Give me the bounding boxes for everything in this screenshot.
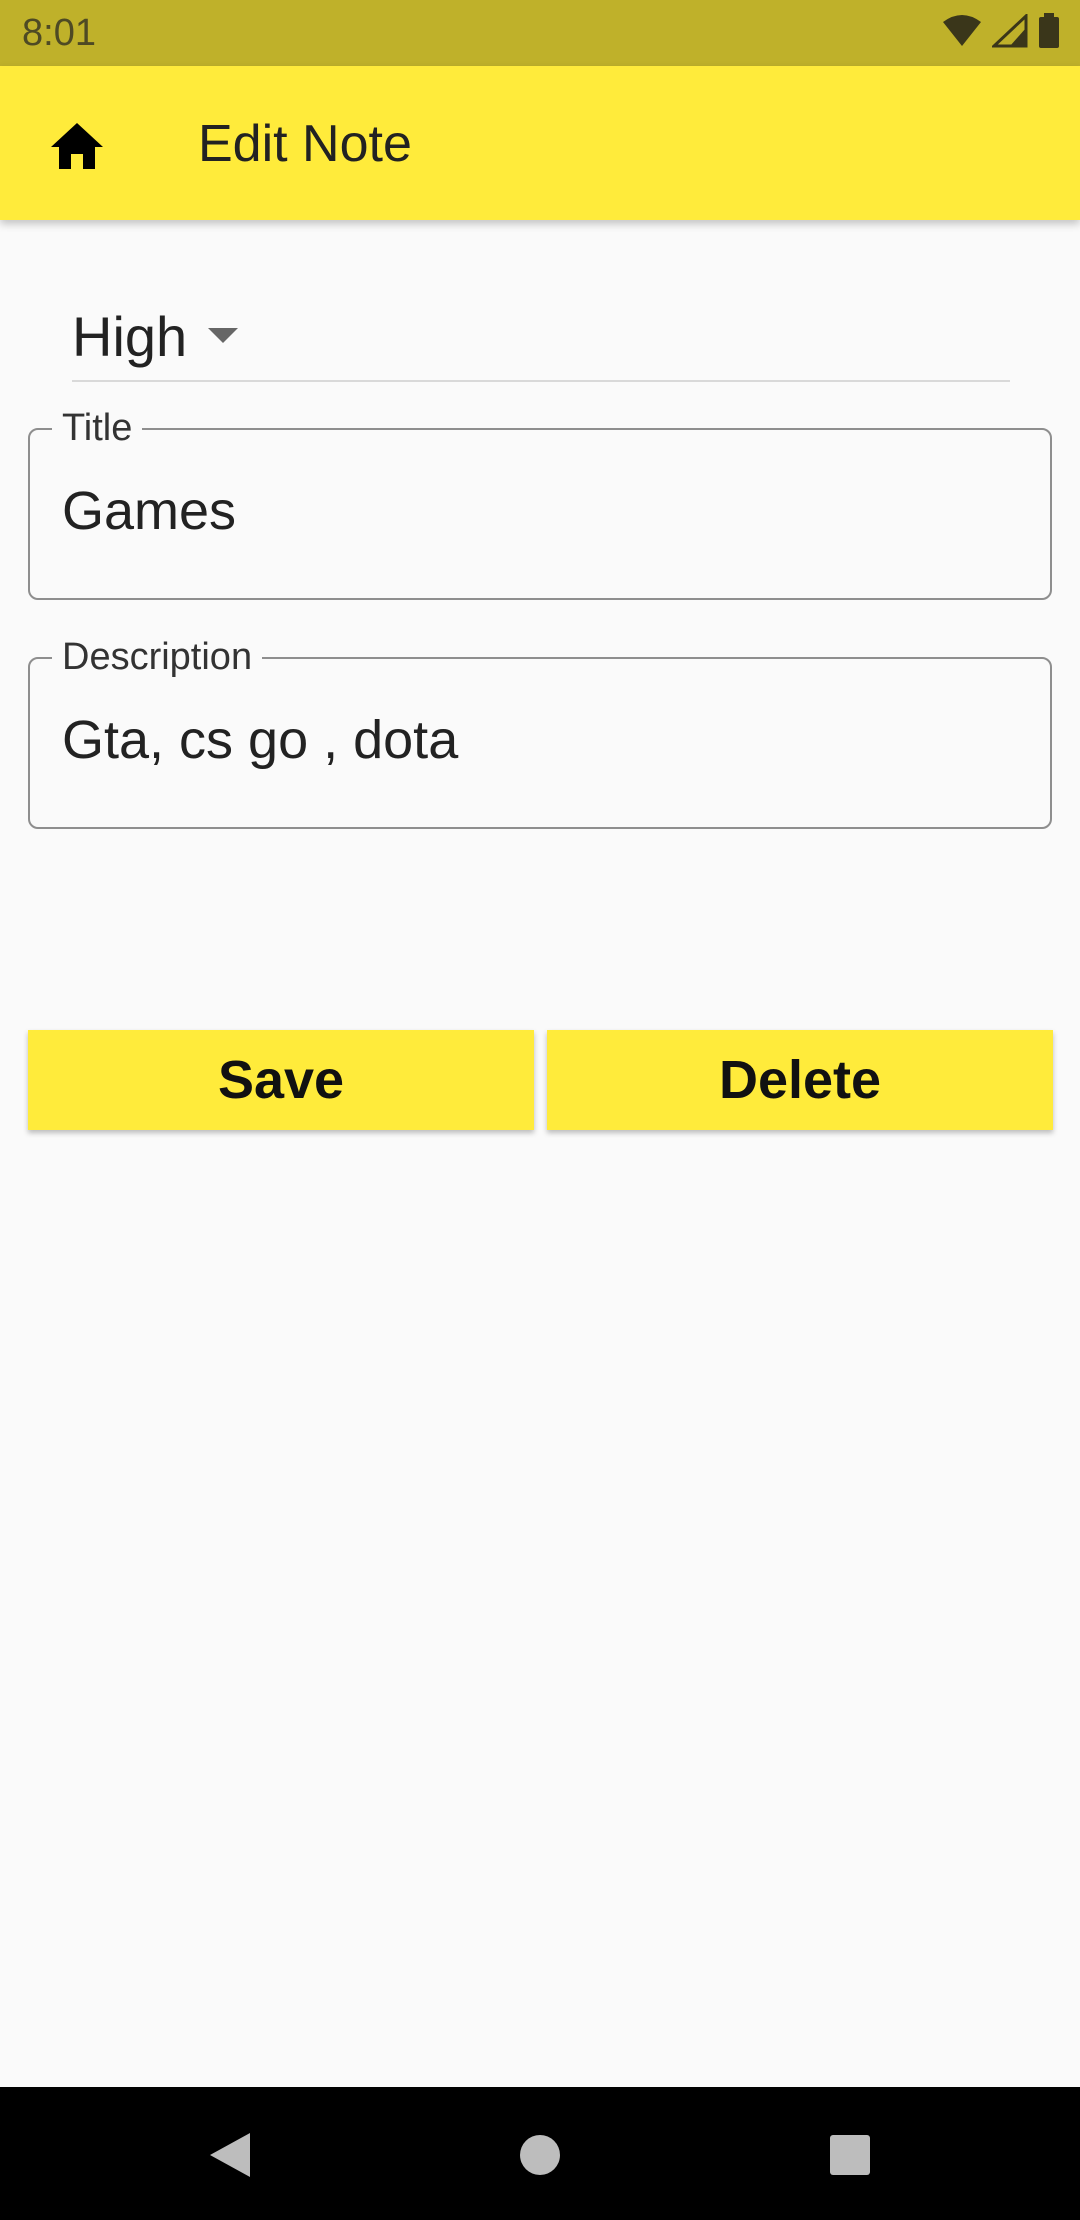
priority-selected-value: High [72, 305, 188, 368]
chevron-down-icon [208, 328, 238, 349]
app-bar: Edit Note [0, 66, 1080, 220]
status-icons [942, 12, 1060, 54]
system-nav-bar [0, 2087, 1080, 2220]
title-field[interactable]: Title [28, 408, 1052, 600]
page-title: Edit Note [198, 115, 412, 173]
priority-dropdown[interactable]: High [72, 300, 1010, 382]
title-field-label: Title [52, 408, 143, 448]
save-button[interactable]: Save [28, 1030, 534, 1130]
description-field-label: Description [52, 637, 263, 677]
home-circle-icon [519, 2134, 561, 2181]
back-icon [208, 2131, 252, 2184]
description-input[interactable] [62, 709, 1022, 771]
signal-icon [990, 12, 1028, 53]
description-field[interactable]: Description [28, 637, 1052, 829]
battery-icon [1038, 12, 1060, 54]
status-bar: 8:01 [0, 0, 1080, 66]
home-icon [49, 121, 105, 176]
delete-button[interactable]: Delete [547, 1030, 1053, 1130]
home-button[interactable] [40, 111, 114, 185]
title-input[interactable] [62, 480, 1022, 542]
status-time: 8:01 [22, 12, 96, 54]
wifi-icon [942, 14, 982, 53]
nav-back-button[interactable] [190, 2117, 270, 2197]
nav-recents-button[interactable] [810, 2117, 890, 2197]
recents-icon [829, 2134, 871, 2181]
nav-home-button[interactable] [500, 2117, 580, 2197]
